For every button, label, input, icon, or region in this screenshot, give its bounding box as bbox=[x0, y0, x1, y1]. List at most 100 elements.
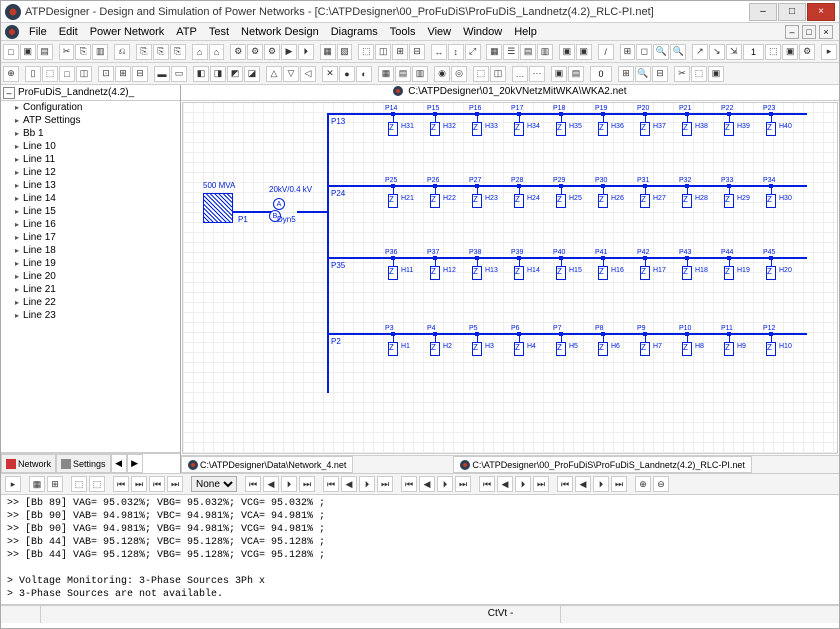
toolbar-button[interactable]: ⬚ bbox=[42, 66, 58, 82]
midbar-button[interactable]: ⬚ bbox=[89, 476, 105, 492]
tree-item[interactable]: Line 21 bbox=[1, 283, 180, 296]
toolbar-button[interactable]: ⊡ bbox=[98, 66, 114, 82]
midbar-button[interactable]: ◀ bbox=[263, 476, 279, 492]
midbar-button[interactable]: ⏮ bbox=[245, 476, 261, 492]
menu-test[interactable]: Test bbox=[203, 25, 235, 39]
tree-item[interactable]: Line 17 bbox=[1, 231, 180, 244]
menu-power-network[interactable]: Power Network bbox=[84, 25, 171, 39]
tree-item[interactable]: Line 12 bbox=[1, 166, 180, 179]
midbar-button[interactable]: ⏭ bbox=[455, 476, 471, 492]
maximize-button[interactable]: □ bbox=[778, 3, 806, 21]
tree-view[interactable]: ConfigurationATP SettingsBb 1Line 10Line… bbox=[1, 101, 180, 453]
toolbar-button[interactable]: ▤ bbox=[568, 66, 584, 82]
midbar-button[interactable]: ◀ bbox=[497, 476, 513, 492]
load-element[interactable]: ZP37H12 bbox=[425, 257, 445, 280]
toolbar-button[interactable]: ▥ bbox=[412, 66, 428, 82]
load-element[interactable]: ZP5H3 bbox=[467, 333, 487, 356]
tree-item[interactable]: Line 20 bbox=[1, 270, 180, 283]
load-element[interactable]: ZP11H9 bbox=[719, 333, 739, 356]
load-element[interactable]: ZP7H5 bbox=[551, 333, 571, 356]
toolbar-button[interactable]: ▣ bbox=[708, 66, 724, 82]
midbar-button[interactable]: ⏭ bbox=[167, 476, 183, 492]
toolbar-button[interactable]: ◫ bbox=[490, 66, 506, 82]
source-block[interactable] bbox=[203, 193, 243, 233]
toolbar-button[interactable]: 🔍 bbox=[635, 66, 651, 82]
mdi-close-button[interactable]: × bbox=[819, 25, 833, 39]
toolbar-button[interactable]: ✂ bbox=[674, 66, 690, 82]
tree-collapse-button[interactable]: – bbox=[3, 87, 15, 99]
load-element[interactable]: ZP34H30 bbox=[761, 185, 781, 208]
tree-item[interactable]: ATP Settings bbox=[1, 114, 180, 127]
toolbar-button[interactable]: ⚙ bbox=[247, 44, 263, 60]
toolbar-button[interactable]: ↗ bbox=[692, 44, 708, 60]
load-element[interactable]: ZP19H36 bbox=[593, 113, 613, 136]
load-element[interactable]: ZP21H38 bbox=[677, 113, 697, 136]
load-element[interactable]: ZP26H22 bbox=[425, 185, 445, 208]
load-element[interactable]: ZP22H39 bbox=[719, 113, 739, 136]
toolbar-button[interactable]: ◐ bbox=[356, 66, 372, 82]
toolbar-button[interactable]: ◫ bbox=[76, 66, 92, 82]
midbar-button[interactable]: ⏮ bbox=[479, 476, 495, 492]
tab-nav-right[interactable]: ▶ bbox=[127, 454, 143, 473]
toolbar-button[interactable]: △ bbox=[266, 66, 282, 82]
toolbar-button[interactable]: ⎘ bbox=[75, 44, 91, 60]
toolbar-button[interactable]: ⬚ bbox=[691, 66, 707, 82]
load-element[interactable]: ZP40H15 bbox=[551, 257, 571, 280]
menu-tools[interactable]: Tools bbox=[384, 25, 422, 39]
load-element[interactable]: ZP41H16 bbox=[593, 257, 613, 280]
toolbar-button[interactable]: ⌂ bbox=[209, 44, 225, 60]
toolbar-button[interactable]: ⬚ bbox=[358, 44, 374, 60]
midbar-button[interactable]: ⊕ bbox=[635, 476, 651, 492]
toolbar-button[interactable]: ▶ bbox=[281, 44, 297, 60]
midbar-button[interactable]: ⏵ bbox=[437, 476, 453, 492]
midbar-button[interactable]: ⬚ bbox=[71, 476, 87, 492]
midbar-button[interactable]: ◀ bbox=[575, 476, 591, 492]
toolbar-button[interactable]: ▦ bbox=[486, 44, 502, 60]
toolbar-button[interactable]: ▤ bbox=[37, 44, 53, 60]
midbar-button[interactable]: ⏭ bbox=[377, 476, 393, 492]
midbar-button[interactable]: ⏵ bbox=[359, 476, 375, 492]
toolbar1-number[interactable]: 1 bbox=[743, 44, 765, 60]
toolbar-button[interactable]: ▤ bbox=[520, 44, 536, 60]
midbar-button[interactable]: ⏵ bbox=[593, 476, 609, 492]
toolbar-button[interactable]: ▭ bbox=[171, 66, 187, 82]
sidebar-tab-settings[interactable]: Settings bbox=[56, 454, 111, 473]
midbar-button[interactable]: ⊖ bbox=[653, 476, 669, 492]
minimize-button[interactable]: – bbox=[749, 3, 777, 21]
midbar-button[interactable]: ⏮ bbox=[323, 476, 339, 492]
toolbar-button[interactable]: / bbox=[598, 44, 614, 60]
tree-item[interactable]: Line 16 bbox=[1, 218, 180, 231]
toolbar-button[interactable]: ⊟ bbox=[652, 66, 668, 82]
menu-diagrams[interactable]: Diagrams bbox=[325, 25, 384, 39]
tree-item[interactable]: Configuration bbox=[1, 101, 180, 114]
midbar-select[interactable]: None bbox=[191, 476, 237, 492]
close-button[interactable]: × bbox=[807, 3, 835, 21]
load-element[interactable]: ZP30H26 bbox=[593, 185, 613, 208]
menu-network-design[interactable]: Network Design bbox=[235, 25, 325, 39]
output-console[interactable]: >> [Bb 89] VAG= 95.032%; VBG= 95.032%; V… bbox=[1, 495, 839, 605]
toolbar-button[interactable]: ⌂ bbox=[192, 44, 208, 60]
load-element[interactable]: ZP33H29 bbox=[719, 185, 739, 208]
midbar-button[interactable]: ▦ bbox=[29, 476, 45, 492]
toolbar-button[interactable]: ↔ bbox=[431, 44, 447, 60]
toolbar-button[interactable]: ↘ bbox=[709, 44, 725, 60]
toolbar-button[interactable]: ⎌ bbox=[114, 44, 130, 60]
midbar-button[interactable]: ▸ bbox=[5, 476, 21, 492]
load-element[interactable]: ZP32H28 bbox=[677, 185, 697, 208]
menu-window[interactable]: Window bbox=[457, 25, 508, 39]
toolbar-button[interactable]: ⊟ bbox=[409, 44, 425, 60]
toolbar-button[interactable]: ⊞ bbox=[392, 44, 408, 60]
toolbar-button[interactable]: ⤢ bbox=[465, 44, 481, 60]
toolbar-button[interactable]: ⋯ bbox=[529, 66, 545, 82]
toolbar-button[interactable]: ▣ bbox=[559, 44, 575, 60]
load-element[interactable]: ZP38H13 bbox=[467, 257, 487, 280]
midbar-button[interactable]: ⏵ bbox=[281, 476, 297, 492]
tree-item[interactable]: Line 10 bbox=[1, 140, 180, 153]
toolbar-button[interactable]: ◪ bbox=[244, 66, 260, 82]
load-element[interactable]: ZP44H19 bbox=[719, 257, 739, 280]
tree-item[interactable]: Line 15 bbox=[1, 205, 180, 218]
toolbar-button[interactable]: ▬ bbox=[154, 66, 170, 82]
toolbar-button[interactable]: ▦ bbox=[378, 66, 394, 82]
load-element[interactable]: ZP3H1 bbox=[383, 333, 403, 356]
toolbar-button[interactable]: … bbox=[512, 66, 528, 82]
